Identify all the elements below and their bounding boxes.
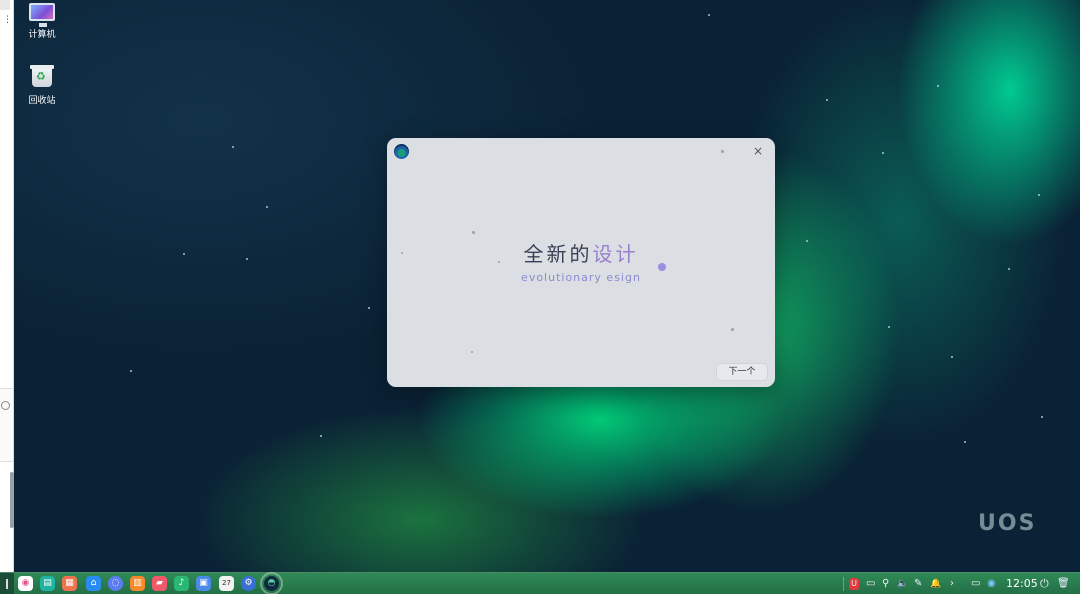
browser-icon[interactable]: ◌	[108, 576, 123, 591]
close-button[interactable]: ×	[753, 144, 763, 158]
more-options-icon[interactable]: ⋮	[3, 16, 12, 25]
app-store-icon[interactable]: ⌂	[86, 576, 101, 591]
trash-icon[interactable]: 🗑	[1057, 577, 1070, 591]
taskbar-left-edge	[0, 573, 14, 594]
video-icon[interactable]: ♪	[174, 576, 189, 591]
tray-expand-icon[interactable]: ›	[950, 577, 954, 591]
uos-welcome-icon[interactable]: ◓	[260, 572, 283, 594]
taskbar: ◉ ▤ ▦ ⌂ ◌ ▥ ▰ ♪ ▣ 27 ⚙ ◓ U ▭ ⚲ 🔈 ✎ 🔔 › ▭…	[0, 572, 1080, 594]
decor-dot	[472, 231, 475, 234]
dialog-subtitle: evolutionary esign	[521, 271, 641, 284]
decor-dot	[471, 351, 473, 353]
security-center-icon[interactable]: U	[849, 578, 859, 590]
scrollbar[interactable]	[10, 472, 14, 528]
usb-icon[interactable]: ⚲	[882, 577, 889, 591]
notification-icon[interactable]: 🔔	[930, 577, 941, 591]
network-icon[interactable]: ◉	[987, 577, 996, 591]
decor-dot	[731, 328, 734, 331]
tray-separator	[843, 577, 844, 591]
uos-watermark: UOS	[978, 511, 1037, 536]
keyboard-icon[interactable]: ▭	[866, 577, 875, 591]
side-panel-corner	[0, 0, 10, 10]
file-manager-icon[interactable]: ▦	[62, 576, 77, 591]
settings-icon[interactable]: ⚙	[241, 576, 256, 591]
multitask-view-icon[interactable]: ▤	[40, 576, 55, 591]
document-icon[interactable]: ▣	[196, 576, 211, 591]
desktop-icon-label: 回收站	[28, 96, 56, 106]
trash-icon	[30, 65, 54, 87]
screen-icon[interactable]: ▭	[971, 577, 980, 591]
help-icon	[1, 401, 10, 410]
taskbar-clock[interactable]: 12:05	[1006, 577, 1038, 591]
calendar-icon[interactable]: 27	[219, 576, 234, 591]
desktop-icon-trash[interactable]: 回收站	[12, 65, 72, 106]
desktop-icon-label: 计算机	[28, 30, 56, 40]
volume-icon[interactable]: 🔈	[897, 577, 908, 591]
computer-icon	[29, 3, 55, 27]
launcher-icon[interactable]: ◉	[18, 576, 33, 591]
image-viewer-icon[interactable]: ▰	[152, 576, 167, 591]
decor-dot	[721, 150, 724, 153]
next-button[interactable]: 下一个	[716, 363, 768, 381]
side-panel-tab[interactable]	[0, 388, 13, 462]
pen-icon[interactable]: ✎	[914, 577, 922, 591]
welcome-dialog: × 全新的设计 evolutionary esign 下一个	[387, 138, 775, 387]
power-icon[interactable]: ⏻	[1040, 577, 1049, 591]
desktop-icon-computer[interactable]: 计算机	[12, 3, 72, 40]
dialog-title: 全新的设计	[523, 242, 639, 266]
music-icon[interactable]: ▥	[130, 576, 145, 591]
uos-logo-icon	[394, 144, 409, 159]
